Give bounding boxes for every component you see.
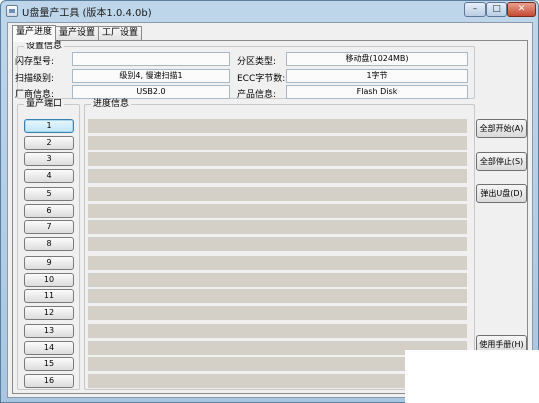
ports-legend: 量产端口 (26, 99, 63, 109)
tab-progress[interactable]: 量产进度 (12, 25, 57, 42)
port-button-1[interactable]: 1 (24, 119, 74, 133)
progress-bar-port-2 (88, 136, 467, 150)
progress-bar-port-11 (88, 289, 467, 303)
tab-production-settings[interactable]: 量产设置 (55, 26, 100, 41)
eject-usb-button[interactable]: 弹出U盘(D) (476, 184, 527, 203)
start-all-button[interactable]: 全部开始(A) (476, 119, 527, 138)
maximize-button[interactable]: □ (486, 2, 507, 17)
port-button-2[interactable]: 2 (24, 136, 74, 150)
client-area: 量产进度 量产设置 工厂设置 设置信息 闪存型号: 分区类型: 移动盘(1024… (7, 22, 533, 398)
close-button[interactable]: ✕ (507, 2, 536, 17)
title-bar: U盘量产工具 (版本1.0.4.0b) – □ ✕ (1, 1, 538, 21)
progress-bar-port-10 (88, 273, 467, 287)
product-info-label: 产品信息: (237, 90, 277, 100)
blank-overlay (405, 350, 539, 403)
port-button-3[interactable]: 3 (24, 152, 74, 166)
flash-model-field (72, 52, 230, 66)
port-button-8[interactable]: 8 (24, 237, 74, 251)
progress-bar-port-9 (88, 256, 467, 270)
scan-level-field: 级别4, 慢速扫描1 (72, 69, 230, 83)
port-button-6[interactable]: 6 (24, 204, 74, 218)
progress-bar-port-5 (88, 187, 467, 201)
port-button-4[interactable]: 4 (24, 169, 74, 183)
partition-type-field: 移动盘(1024MB) (286, 52, 468, 66)
app-window: U盘量产工具 (版本1.0.4.0b) – □ ✕ 量产进度 量产设置 工厂设置… (0, 0, 539, 403)
port-button-12[interactable]: 12 (24, 306, 74, 320)
progress-bar-port-4 (88, 169, 467, 183)
progress-legend: 进度信息 (93, 99, 130, 109)
progress-bar-port-12 (88, 306, 467, 320)
vendor-info-field: USB2.0 (72, 85, 230, 99)
progress-bar-port-1 (88, 119, 467, 133)
tab-panel-progress: 设置信息 闪存型号: 分区类型: 移动盘(1024MB) 扫描级别: 级别4, … (12, 40, 528, 394)
scan-level-label: 扫描级别: (15, 74, 55, 84)
flash-model-label: 闪存型号: (15, 57, 55, 67)
port-button-15[interactable]: 15 (24, 357, 74, 371)
port-button-9[interactable]: 9 (24, 256, 74, 270)
minimize-button[interactable]: – (464, 2, 486, 17)
settings-legend: 设置信息 (26, 41, 63, 51)
progress-bar-port-13 (88, 324, 467, 338)
product-info-field: Flash Disk (286, 85, 468, 99)
progress-bar-port-8 (88, 237, 467, 251)
stop-all-button[interactable]: 全部停止(S) (476, 152, 527, 171)
port-button-14[interactable]: 14 (24, 341, 74, 355)
progress-bar-port-3 (88, 152, 467, 166)
progress-bar-port-6 (88, 204, 467, 218)
port-button-10[interactable]: 10 (24, 273, 74, 287)
ecc-bytes-field: 1字节 (286, 69, 468, 83)
partition-type-label: 分区类型: (237, 57, 277, 67)
port-button-7[interactable]: 7 (24, 220, 74, 234)
port-button-11[interactable]: 11 (24, 289, 74, 303)
usb-drive-icon (6, 5, 18, 17)
window-title: U盘量产工具 (版本1.0.4.0b) (22, 8, 152, 19)
port-button-16[interactable]: 16 (24, 374, 74, 388)
tab-factory-settings[interactable]: 工厂设置 (98, 26, 143, 41)
port-button-13[interactable]: 13 (24, 324, 74, 338)
port-button-5[interactable]: 5 (24, 187, 74, 201)
ecc-bytes-label: ECC字节数: (237, 74, 286, 84)
progress-bar-port-7 (88, 220, 467, 234)
